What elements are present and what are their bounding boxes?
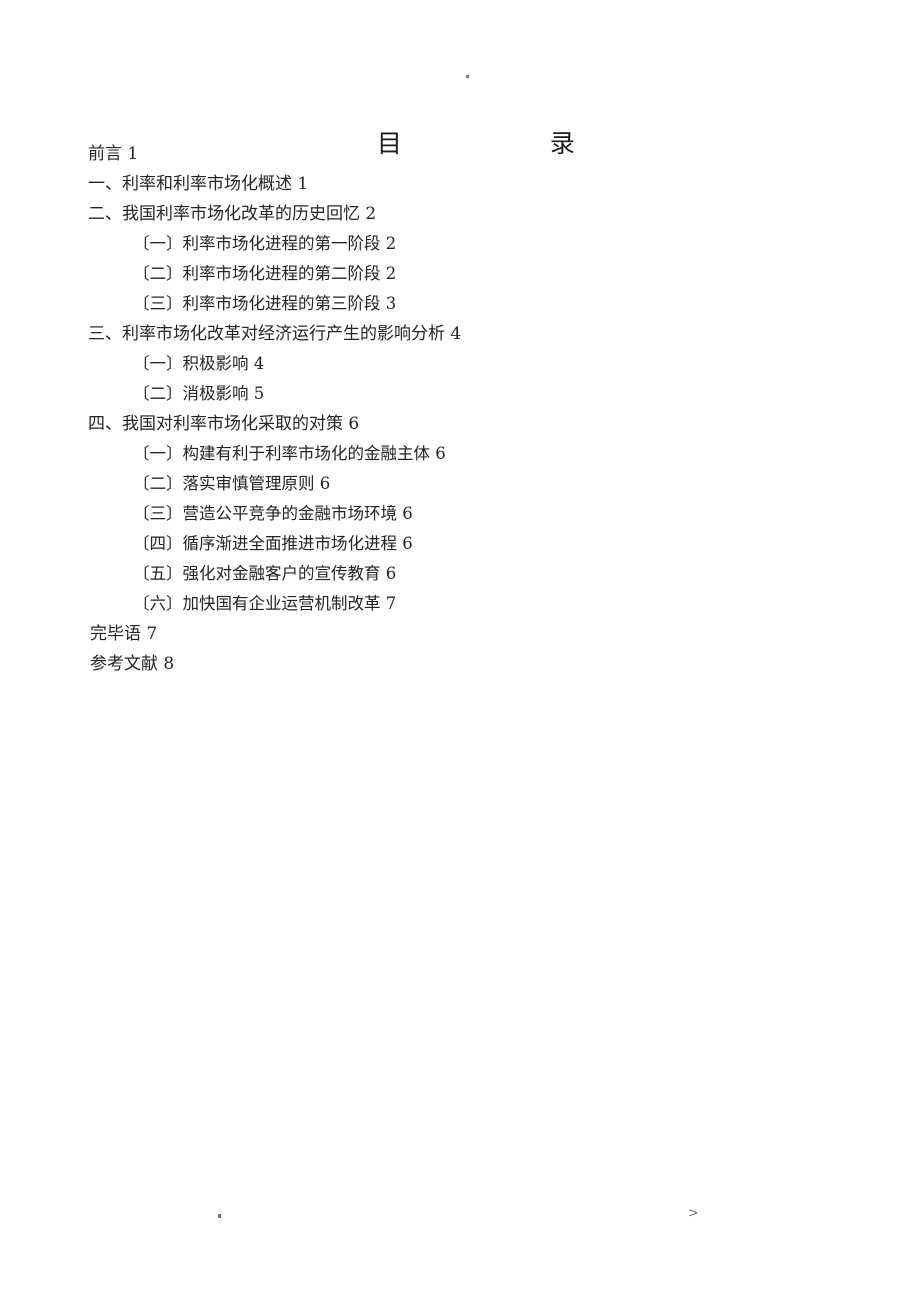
- toc-entry-text: 三、利率市场化改革对经济运行产生的影响分析 4: [88, 324, 462, 344]
- scan-artifact-dot-top: [466, 75, 469, 78]
- toc-entry[interactable]: 〔一〕构建有利于利率市场化的金融主体 6: [0, 439, 920, 469]
- toc-entry[interactable]: 〔三〕营造公平竞争的金融市场环境 6: [0, 499, 920, 529]
- toc-entry[interactable]: 〔二〕落实审慎管理原则 6: [0, 469, 920, 499]
- toc-entry[interactable]: 〔三〕利率市场化进程的第三阶段 3: [0, 289, 920, 319]
- toc-entry-text: 前言 1: [88, 144, 139, 164]
- toc-entry-text: 〔四〕循序渐进全面推进市场化进程 6: [133, 534, 413, 553]
- toc-entry-text: 〔三〕营造公平竞争的金融市场环境 6: [133, 504, 413, 523]
- toc-entry[interactable]: 〔四〕循序渐进全面推进市场化进程 6: [0, 529, 920, 559]
- toc-entry-text: 〔一〕利率市场化进程的第一阶段 2: [133, 234, 397, 253]
- toc-entry[interactable]: 完毕语 7: [0, 619, 920, 649]
- toc-entry-text: 〔三〕利率市场化进程的第三阶段 3: [133, 294, 397, 313]
- toc-entry[interactable]: 二、我国利率市场化改革的历史回忆 2: [0, 199, 920, 229]
- toc-entry-text: 〔二〕落实审慎管理原则 6: [133, 474, 331, 493]
- toc-entry-text: 〔五〕强化对金融客户的宣传教育 6: [133, 564, 397, 583]
- toc-entry-text: 参考文献 8: [90, 654, 175, 674]
- toc-entry-text: 一、利率和利率市场化概述 1: [88, 174, 309, 194]
- toc-entry[interactable]: 一、利率和利率市场化概述 1: [0, 169, 920, 199]
- scan-artifact-caret-glyph: >: [688, 1206, 699, 1221]
- toc-entry-text: 二、我国利率市场化改革的历史回忆 2: [88, 204, 377, 224]
- toc-entry[interactable]: 〔五〕强化对金融客户的宣传教育 6: [0, 559, 920, 589]
- toc-entry-text: 〔一〕积极影响 4: [133, 354, 265, 373]
- toc-entry-text: 四、我国对利率市场化采取的对策 6: [88, 414, 360, 434]
- toc-entry-text: 〔六〕加快国有企业运营机制改革 7: [133, 594, 397, 613]
- scan-artifact-dot-bottom: [218, 1214, 221, 1218]
- toc-entry[interactable]: 前言 1: [0, 139, 920, 169]
- toc-entry[interactable]: 〔一〕积极影响 4: [0, 349, 920, 379]
- toc-entry-text: 完毕语 7: [90, 624, 158, 644]
- toc-entry[interactable]: 〔一〕利率市场化进程的第一阶段 2: [0, 229, 920, 259]
- toc-entry-text: 〔二〕消极影响 5: [133, 384, 265, 403]
- toc-entry[interactable]: 四、我国对利率市场化采取的对策 6: [0, 409, 920, 439]
- document-page: 目录 前言 1 一、利率和利率市场化概述 1 二、我国利率市场化改革的历史回忆 2 〔…: [0, 0, 920, 1302]
- toc-entry[interactable]: 三、利率市场化改革对经济运行产生的影响分析 4: [0, 319, 920, 349]
- toc-entry-text: 〔二〕利率市场化进程的第二阶段 2: [133, 264, 397, 283]
- toc-entry[interactable]: 〔六〕加快国有企业运营机制改革 7: [0, 589, 920, 619]
- table-of-contents: 前言 1 一、利率和利率市场化概述 1 二、我国利率市场化改革的历史回忆 2 〔一〕利…: [0, 139, 920, 679]
- toc-entry-text: 〔一〕构建有利于利率市场化的金融主体 6: [133, 444, 446, 463]
- toc-entry[interactable]: 〔二〕利率市场化进程的第二阶段 2: [0, 259, 920, 289]
- toc-entry[interactable]: 〔二〕消极影响 5: [0, 379, 920, 409]
- toc-entry[interactable]: 参考文献 8: [0, 649, 920, 679]
